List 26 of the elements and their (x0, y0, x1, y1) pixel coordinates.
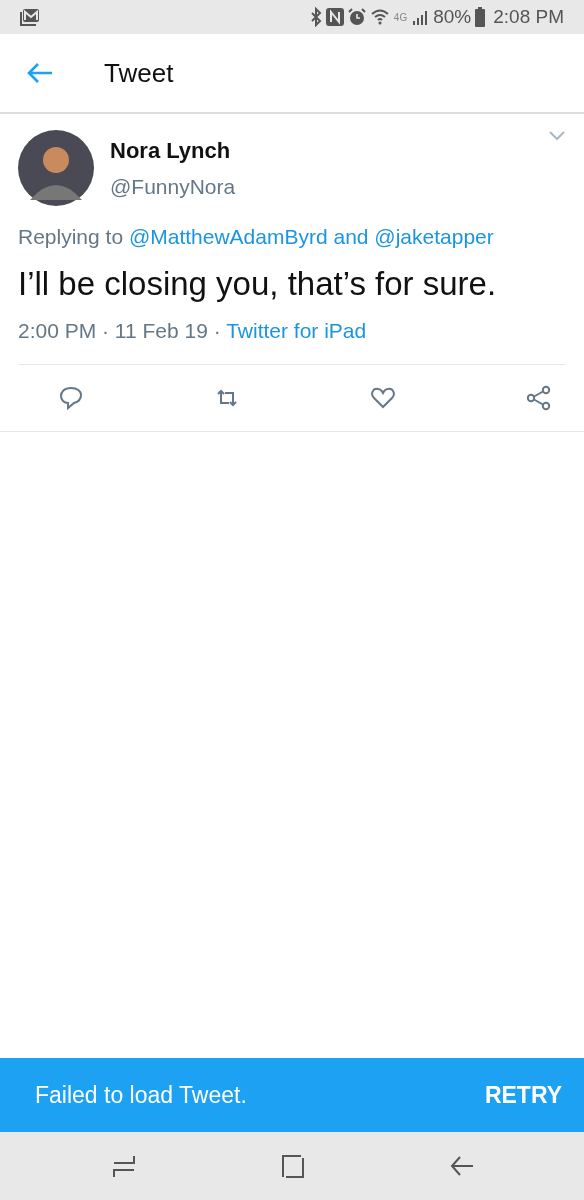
tweet-meta: 2:00 PM · 11 Feb 19 · Twitter for iPad (18, 314, 566, 366)
signal-icon (411, 8, 430, 26)
network-label: 4G (393, 10, 408, 25)
battery-icon (475, 7, 486, 27)
home-icon[interactable] (281, 1153, 305, 1179)
recent-apps-icon[interactable] (112, 1153, 136, 1179)
alarm-icon (347, 8, 366, 26)
source-link[interactable]: Twitter for iPad (226, 318, 367, 342)
mention-link[interactable]: @jaketapper (374, 225, 494, 248)
status-time: 2:08 PM (493, 4, 564, 29)
wifi-icon (369, 8, 390, 26)
share-icon[interactable] (526, 385, 552, 412)
battery-percent: 80% (433, 4, 472, 29)
display-name: Nora Lynch (110, 137, 232, 165)
back-icon[interactable] (26, 61, 54, 85)
nfc-icon (325, 8, 344, 26)
mention-link[interactable]: @MatthewAdamByrd (128, 225, 328, 248)
reply-context: Replying to @MatthewAdamByrd and @jaketapper (18, 224, 495, 250)
bluetooth-icon (309, 7, 322, 27)
snackbar-message: Failed to load Tweet. (35, 1080, 247, 1110)
tweet-text: I’ll be closing you, that’s for sure. (18, 264, 498, 305)
user-handle: @FunnyNora (110, 174, 237, 200)
screen-title: Tweet (104, 56, 174, 90)
retry-button[interactable]: RETRY (484, 1077, 562, 1113)
reply-icon[interactable] (58, 385, 84, 412)
gallery-icon (20, 8, 40, 26)
